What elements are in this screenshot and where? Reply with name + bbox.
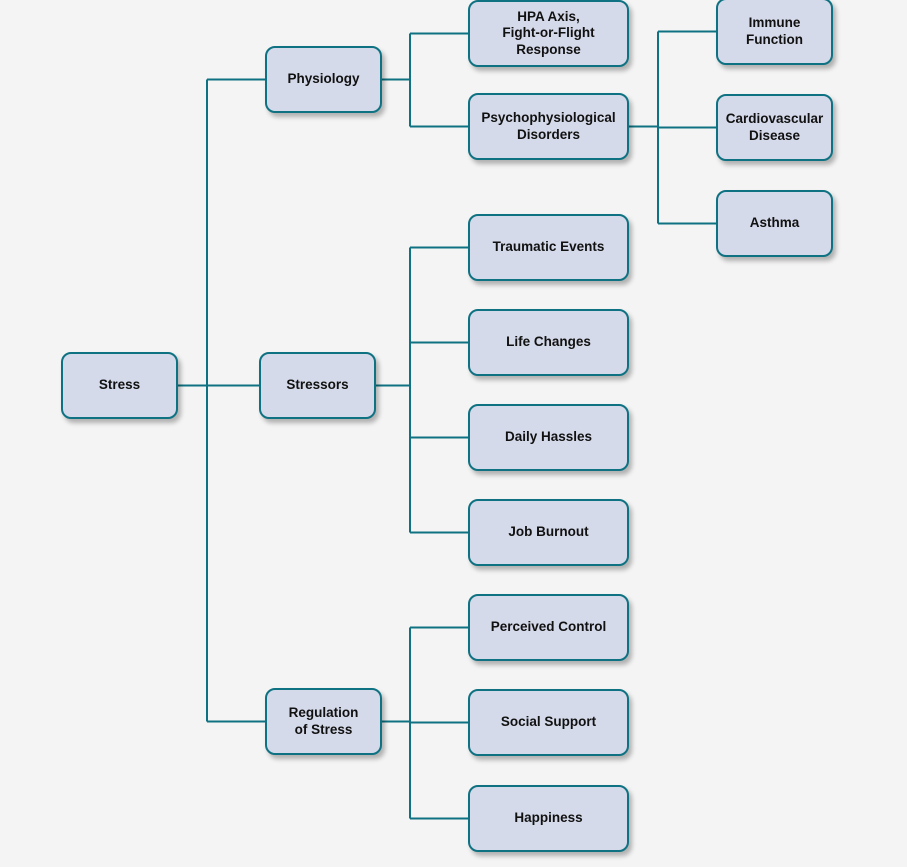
node-hpa-axis[interactable]: HPA Axis, Fight-or-Flight Response <box>468 0 629 67</box>
node-life-changes[interactable]: Life Changes <box>468 309 629 376</box>
node-job-burnout[interactable]: Job Burnout <box>468 499 629 566</box>
node-asthma[interactable]: Asthma <box>716 190 833 257</box>
node-psychophysiological-disorders[interactable]: Psychophysiological Disorders <box>468 93 629 160</box>
node-cardiovascular-disease[interactable]: Cardiovascular Disease <box>716 94 833 161</box>
node-immune-function[interactable]: Immune Function <box>716 0 833 65</box>
node-physiology[interactable]: Physiology <box>265 46 382 113</box>
node-stressors[interactable]: Stressors <box>259 352 376 419</box>
node-perceived-control[interactable]: Perceived Control <box>468 594 629 661</box>
stress-concept-tree: Stress Physiology Stressors Regulation o… <box>0 0 907 867</box>
node-stress[interactable]: Stress <box>61 352 178 419</box>
node-social-support[interactable]: Social Support <box>468 689 629 756</box>
node-regulation-of-stress[interactable]: Regulation of Stress <box>265 688 382 755</box>
node-traumatic-events[interactable]: Traumatic Events <box>468 214 629 281</box>
node-happiness[interactable]: Happiness <box>468 785 629 852</box>
node-daily-hassles[interactable]: Daily Hassles <box>468 404 629 471</box>
